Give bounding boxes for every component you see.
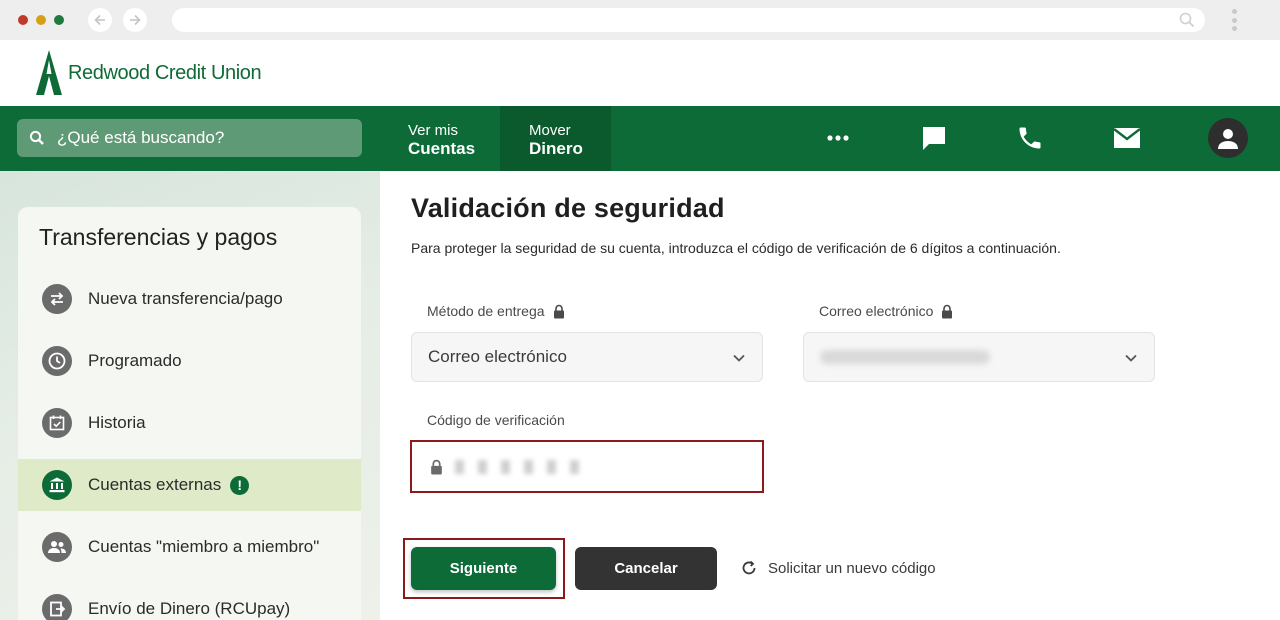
more-icon[interactable] [820, 120, 856, 156]
sidebar-item-label: Envío de Dinero (RCUpay) [88, 599, 291, 618]
window-maximize-dot[interactable] [54, 15, 64, 25]
delivery-method-label: Método de entrega [427, 303, 565, 319]
transfer-icon [42, 284, 72, 314]
lock-icon [942, 304, 953, 318]
search-input[interactable]: ¿Qué está buscando? [17, 119, 362, 157]
chevron-down-icon [1125, 354, 1137, 362]
tab-ver-mis-cuentas[interactable]: Ver mis Cuentas [408, 106, 500, 171]
sidebar-item-historia[interactable]: Historia [18, 397, 361, 449]
page-title: Validación de seguridad [411, 193, 725, 223]
browser-back-button[interactable] [88, 8, 112, 32]
alert-badge: ! [230, 475, 250, 495]
chat-icon[interactable] [916, 120, 952, 156]
email-value-redacted [820, 350, 990, 364]
arrow-left-icon [94, 14, 105, 26]
redwood-tree-logo[interactable] [34, 50, 64, 96]
phone-icon[interactable] [1012, 120, 1048, 156]
brand-name[interactable]: Redwood Credit Union [68, 62, 262, 85]
bank-icon [42, 470, 72, 500]
tab-mover-dinero[interactable]: Mover Dinero [500, 106, 611, 171]
sidebar-item-nueva-transferencia[interactable]: Nueva transferencia/pago [18, 273, 361, 325]
delivery-method-select[interactable]: Correo electrónico [411, 332, 763, 382]
lock-icon [553, 304, 564, 318]
search-placeholder: ¿Qué está buscando? [57, 128, 225, 147]
browser-forward-button[interactable] [123, 8, 147, 32]
sidebar-item-label: Programado [88, 351, 182, 370]
tab-label-big: Dinero [529, 139, 583, 158]
user-icon[interactable] [1208, 118, 1248, 158]
send-money-icon [42, 594, 72, 620]
sidebar-item-programado[interactable]: Programado [18, 335, 361, 387]
window-minimize-dot[interactable] [36, 15, 46, 25]
resend-code-link[interactable]: Solicitar un nuevo código [740, 559, 936, 577]
address-bar[interactable] [172, 8, 1205, 32]
sidebar-item-cuentas-externas[interactable]: Cuentas externas ! [18, 459, 361, 511]
arrow-right-icon [130, 14, 141, 26]
browser-chrome [0, 0, 1280, 40]
main-navigation: ¿Qué está buscando? Ver mis Cuentas Move… [0, 106, 1280, 171]
search-icon [29, 130, 44, 145]
page-description: Para proteger la seguridad de su cuenta,… [411, 240, 1061, 256]
sidebar-item-label: Nueva transferencia/pago [88, 289, 283, 308]
window-close-dot[interactable] [18, 15, 28, 25]
chevron-down-icon [733, 354, 745, 362]
calendar-check-icon [42, 408, 72, 438]
search-icon [1179, 12, 1195, 28]
sidebar-item-label: Cuentas "miembro a miembro" [88, 537, 320, 556]
email-label: Correo electrónico [819, 303, 953, 319]
refresh-icon [742, 560, 756, 575]
logo-bar: Redwood Credit Union [0, 40, 1280, 106]
sidebar-title: Transferencias y pagos [39, 224, 278, 250]
delivery-method-value: Correo electrónico [428, 347, 567, 366]
sidebar-item-label: Cuentas externas [88, 475, 222, 494]
clock-icon [42, 346, 72, 376]
email-label-text: Correo electrónico [819, 303, 934, 319]
tab-label-small: Ver mis [408, 122, 459, 139]
verification-code-label: Código de verificación [427, 412, 565, 428]
lock-icon [431, 459, 442, 474]
tab-label-small: Mover [529, 122, 571, 139]
members-icon [42, 532, 72, 562]
mail-icon[interactable] [1109, 120, 1145, 156]
next-button[interactable]: Siguiente [411, 547, 556, 590]
tab-label-big: Cuentas [408, 139, 476, 158]
sidebar-item-miembro-a-miembro[interactable]: Cuentas "miembro a miembro" [18, 521, 361, 573]
cancel-button[interactable]: Cancelar [575, 547, 717, 590]
verification-code-value-redacted [455, 459, 593, 474]
sidebar-item-label: Historia [88, 413, 146, 432]
resend-code-label: Solicitar un nuevo código [768, 559, 936, 577]
sidebar-item-envio-de-dinero[interactable]: Envío de Dinero (RCUpay) [18, 583, 361, 620]
sidebar: Transferencias y pagos Nueva transferenc… [18, 207, 361, 620]
email-select[interactable] [803, 332, 1155, 382]
verification-code-input[interactable] [410, 440, 764, 493]
verification-code-label-text: Código de verificación [427, 412, 565, 428]
delivery-method-label-text: Método de entrega [427, 303, 545, 319]
kebab-icon[interactable] [1226, 8, 1242, 32]
